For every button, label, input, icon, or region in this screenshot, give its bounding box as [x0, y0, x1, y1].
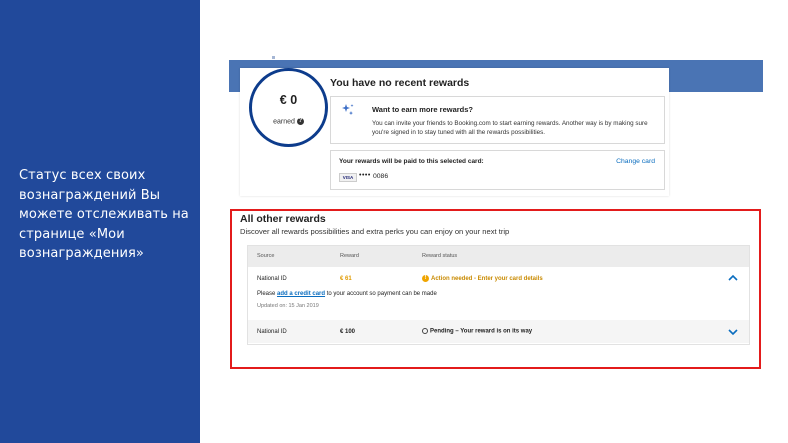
earn-more-text: You can invite your friends to Booking.c… [372, 120, 648, 136]
row-source: National ID [257, 329, 287, 335]
add-credit-card-link[interactable]: add a credit card [277, 291, 325, 297]
help-icon[interactable]: ? [296, 118, 304, 125]
card-mask: •••• [359, 172, 371, 179]
row-reward: € 100 [340, 329, 356, 335]
rewards-table: Source Reward Reward status National ID … [247, 245, 750, 345]
earn-more-box: Want to earn more rewards? You can invit… [330, 96, 665, 144]
slide-caption: Статус всех своих вознаграждений Вы може… [19, 168, 189, 261]
earned-amount: € 0 [279, 93, 298, 107]
table-header: Source Reward Reward status [248, 246, 749, 267]
row-source: National ID [257, 276, 287, 282]
sparkle-icon [342, 104, 354, 115]
payout-card-box: Your rewards will be paid to this select… [330, 150, 665, 190]
row-status-text: Pending – Your reward is on its way [430, 328, 533, 335]
change-card-link[interactable]: Change card [616, 158, 655, 165]
warning-icon: ! [422, 275, 429, 282]
earned-label-row: earned ? [252, 118, 325, 125]
chevron-down-icon[interactable] [727, 328, 739, 336]
clock-icon [422, 328, 428, 334]
column-source: Source [257, 253, 275, 259]
slide-side-panel: Статус всех своих вознаграждений Вы може… [0, 0, 200, 443]
earn-more-title: Want to earn more rewards? [372, 105, 473, 114]
row-status: Pending – Your reward is on its way [422, 328, 532, 335]
other-rewards-subtitle: Discover all rewards possibilities and e… [240, 227, 510, 236]
row-detail-prefix: Please [257, 291, 276, 297]
other-rewards-title: All other rewards [240, 213, 326, 225]
row-status: ! Action needed - Enter your card details [422, 275, 543, 282]
row-detail: Please add a credit card to your account… [257, 291, 437, 297]
row-detail-suffix: to your account so payment can be made [326, 291, 437, 297]
chevron-up-icon[interactable] [727, 274, 739, 282]
table-row[interactable]: National ID € 61 ! Action needed - Enter … [248, 267, 749, 320]
row-reward: € 61 [340, 276, 352, 282]
payout-card-title: Your rewards will be paid to this select… [339, 158, 484, 165]
earned-circle: € 0 earned ? [249, 68, 328, 147]
table-row[interactable]: National ID € 100 Pending – Your reward … [248, 320, 749, 343]
earned-label: earned [273, 118, 295, 126]
column-reward-status: Reward status [422, 253, 458, 259]
card-last-digits: 0086 [373, 173, 389, 180]
no-rewards-title: You have no recent rewards [330, 77, 470, 89]
row-status-text: Action needed - Enter your card details [431, 276, 543, 283]
band-mark [272, 56, 275, 59]
column-reward: Reward [340, 253, 359, 259]
visa-icon: VISA [339, 173, 357, 182]
row-updated: Updated on: 15 Jan 2019 [257, 303, 319, 309]
